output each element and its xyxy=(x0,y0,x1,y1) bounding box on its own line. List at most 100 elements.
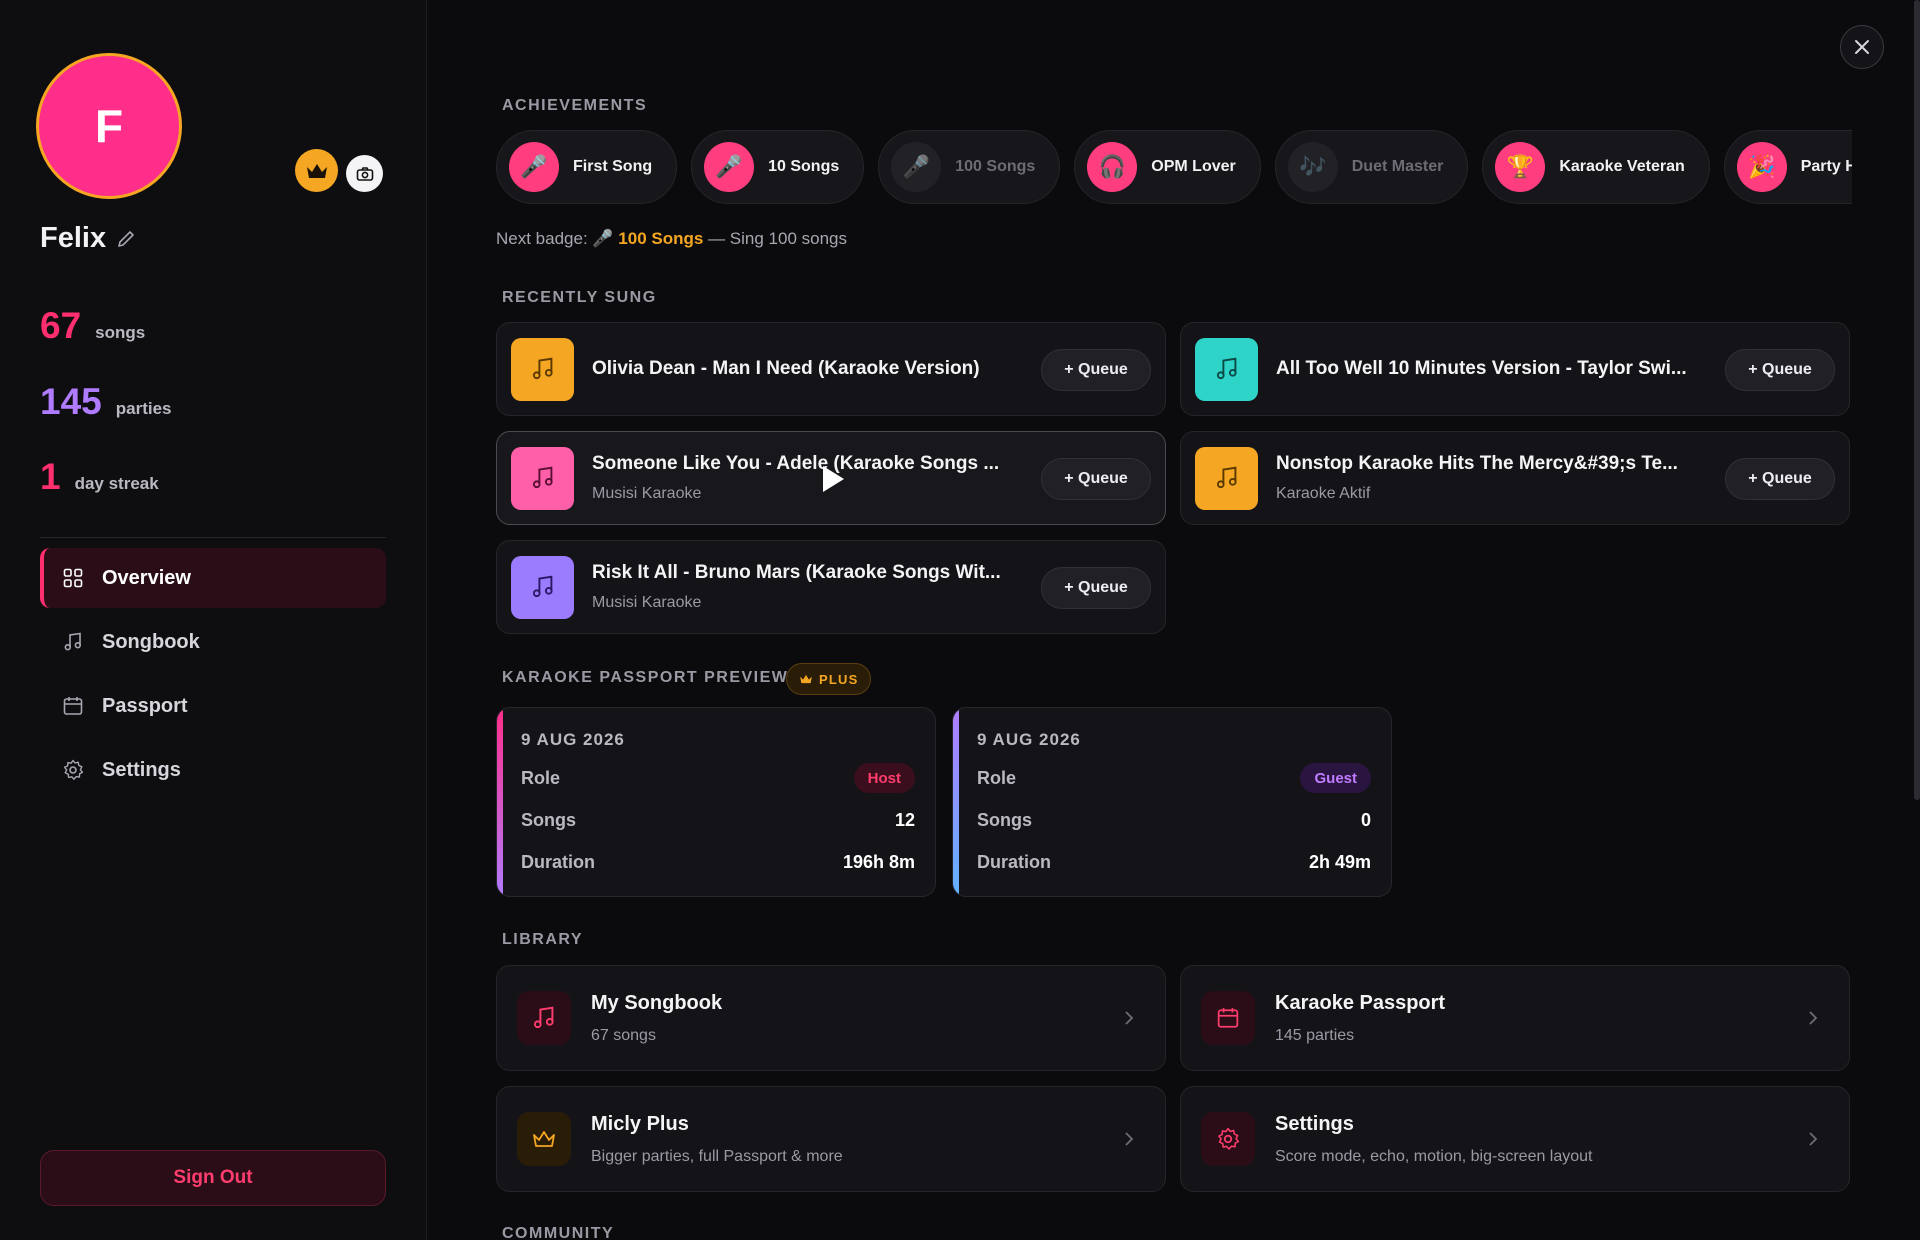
add-to-queue-button[interactable]: + Queue xyxy=(1041,349,1151,391)
next-badge-suffix: — Sing 100 songs xyxy=(703,229,847,248)
passport-duration-value: 196h 8m xyxy=(842,851,915,872)
song-card-playing[interactable]: Someone Like You - Adele (Karaoke Songs … xyxy=(496,431,1166,525)
library-card-songbook[interactable]: My Songbook 67 songs xyxy=(496,965,1166,1071)
music-note-icon xyxy=(532,575,553,598)
stat-streak-value: 1 xyxy=(40,456,61,497)
nav-item-songbook[interactable]: Songbook xyxy=(40,612,386,672)
camera-icon xyxy=(356,166,373,181)
close-icon xyxy=(1855,40,1869,54)
role-badge-host: Host xyxy=(853,763,915,793)
library-subtitle: 67 songs xyxy=(591,1026,656,1044)
song-artist: Karaoke Aktif xyxy=(1276,485,1371,502)
passport-row-songs: Songs 0 xyxy=(977,806,1371,834)
song-title: Someone Like You - Adele (Karaoke Songs … xyxy=(592,453,1000,474)
passport-accent-bar xyxy=(497,708,503,896)
calendar-icon xyxy=(62,695,84,717)
passport-date: 9 AUG 2026 xyxy=(977,730,1081,749)
nav-item-label: Settings xyxy=(102,758,181,781)
achievement-chip-locked[interactable]: 🎤 100 Songs xyxy=(878,130,1061,204)
calendar-icon xyxy=(1201,991,1255,1045)
add-to-queue-button[interactable]: + Queue xyxy=(1725,349,1835,391)
microphone-icon: 🎤 xyxy=(509,142,559,192)
passport-role-label: Role xyxy=(977,767,1017,788)
song-title: Nonstop Karaoke Hits The Mercy&#39;s Te.… xyxy=(1276,453,1678,474)
song-artist: Musisi Karaoke xyxy=(592,594,702,611)
library-title: Karaoke Passport xyxy=(1275,991,1446,1014)
party-popper-icon: 🎉 xyxy=(1736,142,1787,192)
library-card-settings[interactable]: Settings Score mode, echo, motion, big-s… xyxy=(1180,1086,1850,1192)
add-to-queue-button[interactable]: + Queue xyxy=(1041,567,1151,609)
nav-item-label: Passport xyxy=(102,694,188,717)
achievement-chip[interactable]: 🎤 10 Songs xyxy=(691,130,865,204)
achievement-chip[interactable]: 🎤 First Song xyxy=(496,130,678,204)
library-heading: LIBRARY xyxy=(502,931,584,948)
achievement-chip[interactable]: 🏆 Karaoke Veteran xyxy=(1482,130,1710,204)
nav-item-settings[interactable]: Settings xyxy=(40,740,386,800)
stat-parties-label: parties xyxy=(115,399,172,418)
library-card-plus[interactable]: Micly Plus Bigger parties, full Passport… xyxy=(496,1086,1166,1192)
profile-name-text: Felix xyxy=(40,222,107,254)
passport-row-duration: Duration 196h 8m xyxy=(521,848,915,876)
main-content: ACHIEVEMENTS 🎤 First Song 🎤 10 Songs 🎤 1… xyxy=(428,0,1920,1240)
trophy-icon: 🏆 xyxy=(1495,142,1546,192)
nav-item-label: Songbook xyxy=(102,630,200,653)
stat-streak-label: day streak xyxy=(74,474,159,493)
library-title: Settings xyxy=(1275,1112,1354,1135)
passport-row-duration: Duration 2h 49m xyxy=(977,848,1371,876)
song-card[interactable]: Nonstop Karaoke Hits The Mercy&#39;s Te.… xyxy=(1180,431,1850,525)
profile-sidebar: F Felix 67 songs 145 parties 1 day strea… xyxy=(0,0,427,1240)
song-card[interactable]: Olivia Dean - Man I Need (Karaoke Versio… xyxy=(496,322,1166,416)
chevron-right-icon xyxy=(1809,1011,1818,1025)
stat-songs-value: 67 xyxy=(40,305,82,346)
passport-duration-label: Duration xyxy=(977,851,1051,872)
achievements-heading: ACHIEVEMENTS xyxy=(502,97,648,114)
achievements-row[interactable]: 🎤 First Song 🎤 10 Songs 🎤 100 Songs 🎧 OP… xyxy=(496,130,1852,206)
pencil-icon[interactable] xyxy=(116,229,136,249)
nav-item-passport[interactable]: Passport xyxy=(40,676,386,736)
chevron-right-icon xyxy=(1125,1132,1134,1146)
library-title: My Songbook xyxy=(591,991,723,1014)
achievement-name: Party Host xyxy=(1800,158,1852,175)
crown-icon xyxy=(800,674,812,684)
song-card[interactable]: Risk It All - Bruno Mars (Karaoke Songs … xyxy=(496,540,1166,634)
achievement-chip[interactable]: 🎉 Party Host xyxy=(1723,130,1852,204)
avatar[interactable]: F xyxy=(36,53,182,199)
chevron-right-icon xyxy=(1809,1132,1818,1146)
microphone-icon: 🎤 xyxy=(704,142,755,192)
library-card-passport[interactable]: Karaoke Passport 145 parties xyxy=(1180,965,1850,1071)
add-to-queue-button[interactable]: + Queue xyxy=(1725,458,1835,500)
library-subtitle: 145 parties xyxy=(1275,1026,1355,1044)
plus-badge: PLUS xyxy=(786,663,872,695)
passport-card[interactable]: 9 AUG 2026 Role Host Songs 12 Duration 1… xyxy=(496,707,936,897)
stat-songs: 67 songs xyxy=(40,305,145,347)
library-subtitle: Bigger parties, full Passport & more xyxy=(591,1147,843,1165)
microphone-icon: 🎤 xyxy=(891,142,942,192)
passport-songs-label: Songs xyxy=(521,809,577,830)
scrollbar[interactable] xyxy=(1914,0,1920,800)
recently-sung-heading: RECENTLY SUNG xyxy=(502,289,657,306)
song-card[interactable]: All Too Well 10 Minutes Version - Taylor… xyxy=(1180,322,1850,416)
song-title: Risk It All - Bruno Mars (Karaoke Songs … xyxy=(592,562,1001,583)
play-icon[interactable] xyxy=(820,464,846,494)
nav-item-label: Overview xyxy=(102,566,191,589)
achievement-chip[interactable]: 🎧 OPM Lover xyxy=(1074,130,1261,204)
close-button[interactable] xyxy=(1840,25,1884,69)
change-photo-button[interactable] xyxy=(346,155,383,192)
music-notes-icon: 🎶 xyxy=(1287,142,1338,192)
song-title: Olivia Dean - Man I Need (Karaoke Versio… xyxy=(592,358,980,379)
music-note-icon xyxy=(532,357,553,380)
stat-parties: 145 parties xyxy=(40,381,171,423)
community-heading: COMMUNITY xyxy=(502,1225,615,1240)
next-badge-name: 100 Songs xyxy=(618,229,704,248)
add-to-queue-button[interactable]: + Queue xyxy=(1041,458,1151,500)
song-thumb xyxy=(511,446,574,510)
nav-item-overview[interactable]: Overview xyxy=(40,548,386,608)
achievement-chip-locked[interactable]: 🎶 Duet Master xyxy=(1274,130,1469,204)
stat-songs-label: songs xyxy=(95,323,146,342)
passport-date: 9 AUG 2026 xyxy=(521,730,625,749)
passport-card[interactable]: 9 AUG 2026 Role Guest Songs 0 Duration 2… xyxy=(952,707,1392,897)
sign-out-button[interactable]: Sign Out xyxy=(40,1150,386,1206)
song-thumb xyxy=(1195,337,1258,401)
achievement-name: 100 Songs xyxy=(955,158,1036,175)
song-thumb xyxy=(511,555,574,619)
